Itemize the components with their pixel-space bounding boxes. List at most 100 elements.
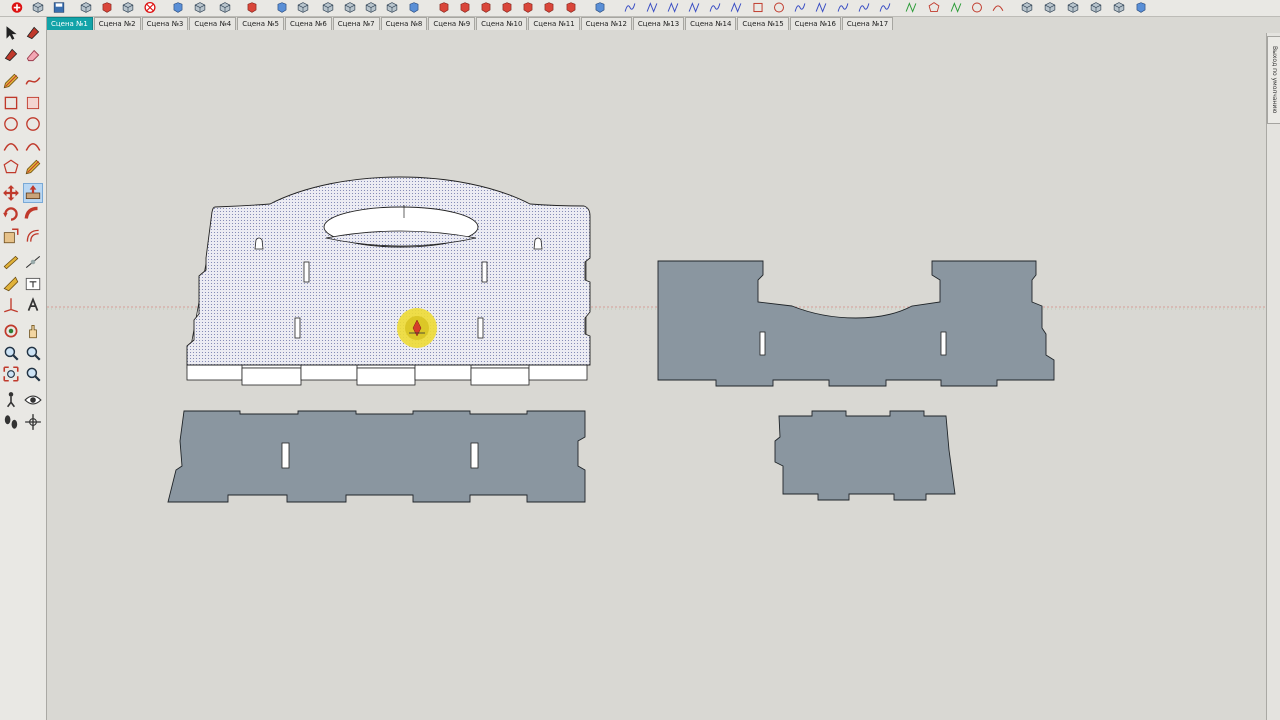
rect2-icon[interactable] xyxy=(24,94,42,112)
scene-tab-5[interactable]: Сцена №5 xyxy=(237,17,284,30)
scale-icon[interactable] xyxy=(2,227,20,245)
polygon-icon[interactable] xyxy=(927,1,941,14)
blue-icon[interactable] xyxy=(407,1,421,14)
default-tray-tab[interactable]: Выход по умолчанию xyxy=(1267,36,1280,124)
zig-icon[interactable] xyxy=(729,1,743,14)
red-icon[interactable] xyxy=(100,1,114,14)
red-icon[interactable] xyxy=(245,1,259,14)
zig-icon[interactable] xyxy=(687,1,701,14)
side-panel-selected[interactable] xyxy=(186,176,591,386)
scene-tab-7[interactable]: Сцена №7 xyxy=(332,17,380,30)
cube-icon[interactable] xyxy=(364,1,378,14)
cube-icon[interactable] xyxy=(1043,1,1057,14)
axes-icon[interactable] xyxy=(2,296,20,314)
zoom-icon[interactable] xyxy=(2,344,20,362)
red-icon[interactable] xyxy=(479,1,493,14)
arrow-icon[interactable] xyxy=(2,24,20,42)
red-icon[interactable] xyxy=(564,1,578,14)
cube-icon[interactable] xyxy=(31,1,45,14)
zoom-icon[interactable] xyxy=(24,344,42,362)
cube-icon[interactable] xyxy=(79,1,93,14)
dim-icon[interactable] xyxy=(24,253,42,271)
move-icon[interactable] xyxy=(2,184,20,202)
zig-icon[interactable] xyxy=(666,1,680,14)
scene-tab-10[interactable]: Сцена №10 xyxy=(476,17,528,30)
pushpull-icon[interactable] xyxy=(23,183,43,203)
small-panel[interactable] xyxy=(774,410,956,501)
followme-icon[interactable] xyxy=(24,205,42,223)
paint-icon[interactable] xyxy=(2,46,20,64)
circle-icon[interactable] xyxy=(970,1,984,14)
circle-icon[interactable] xyxy=(24,115,42,133)
polygon-icon[interactable] xyxy=(2,158,20,176)
scene-tab-1[interactable]: Сцена №1 xyxy=(46,17,93,30)
cube-icon[interactable] xyxy=(385,1,399,14)
protractor-icon[interactable] xyxy=(2,275,20,293)
red-icon[interactable] xyxy=(521,1,535,14)
zig-icon[interactable] xyxy=(645,1,659,14)
curve-icon[interactable] xyxy=(836,1,850,14)
scene-tab-3[interactable]: Сцена №3 xyxy=(141,17,189,30)
arc-icon[interactable] xyxy=(24,137,42,155)
pencil-icon[interactable] xyxy=(2,72,20,90)
save-icon[interactable] xyxy=(52,1,66,14)
plus-icon[interactable] xyxy=(10,1,24,14)
greenzig-icon[interactable] xyxy=(904,1,918,14)
scene-tab-4[interactable]: Сцена №4 xyxy=(189,17,237,30)
3dtext-icon[interactable] xyxy=(24,296,42,314)
walk-icon[interactable] xyxy=(2,391,20,409)
curve-icon[interactable] xyxy=(857,1,871,14)
cube-icon[interactable] xyxy=(218,1,232,14)
red-icon[interactable] xyxy=(500,1,514,14)
zig-icon[interactable] xyxy=(814,1,828,14)
cube-icon[interactable] xyxy=(121,1,135,14)
cube-icon[interactable] xyxy=(1020,1,1034,14)
blue-icon[interactable] xyxy=(275,1,289,14)
eraser-icon[interactable] xyxy=(24,46,42,64)
arc-icon[interactable] xyxy=(2,137,20,155)
scene-tab-17[interactable]: Сцена №17 xyxy=(841,17,894,30)
curve-icon[interactable] xyxy=(623,1,637,14)
blue-icon[interactable] xyxy=(171,1,185,14)
pan-icon[interactable] xyxy=(24,322,42,340)
blue-icon[interactable] xyxy=(593,1,607,14)
freehand-icon[interactable] xyxy=(24,72,42,90)
red-icon[interactable] xyxy=(458,1,472,14)
cube-icon[interactable] xyxy=(296,1,310,14)
greenzig-icon[interactable] xyxy=(949,1,963,14)
curve-icon[interactable] xyxy=(793,1,807,14)
scene-tab-15[interactable]: Сцена №15 xyxy=(737,17,789,30)
red-icon[interactable] xyxy=(437,1,451,14)
cube-icon[interactable] xyxy=(1112,1,1126,14)
eye-icon[interactable] xyxy=(24,391,42,409)
zoom-icon[interactable] xyxy=(24,365,42,383)
paint-icon[interactable] xyxy=(24,24,42,42)
rect-icon[interactable] xyxy=(751,1,765,14)
feet-icon[interactable] xyxy=(2,413,20,431)
cube-icon[interactable] xyxy=(343,1,357,14)
end-panel-with-cutout[interactable] xyxy=(657,260,1055,387)
circle-icon[interactable] xyxy=(772,1,786,14)
cube-icon[interactable] xyxy=(1089,1,1103,14)
tape-icon[interactable] xyxy=(2,253,20,271)
curve-icon[interactable] xyxy=(878,1,892,14)
bottom-panel[interactable] xyxy=(167,410,586,503)
scene-tab-6[interactable]: Сцена №6 xyxy=(284,17,332,30)
scene-tab-12[interactable]: Сцена №12 xyxy=(580,17,632,30)
zoomext-icon[interactable] xyxy=(2,365,20,383)
modeling-viewport[interactable] xyxy=(47,33,1265,720)
section-icon[interactable] xyxy=(24,413,42,431)
cube-icon[interactable] xyxy=(193,1,207,14)
offset-icon[interactable] xyxy=(24,227,42,245)
arc-icon[interactable] xyxy=(991,1,1005,14)
scene-tab-13[interactable]: Сцена №13 xyxy=(632,17,685,30)
blue-icon[interactable] xyxy=(1134,1,1148,14)
circle-icon[interactable] xyxy=(2,115,20,133)
scene-tab-9[interactable]: Сцена №9 xyxy=(428,17,476,30)
scene-tab-2[interactable]: Сцена №2 xyxy=(93,17,141,30)
scene-tab-8[interactable]: Сцена №8 xyxy=(380,17,428,30)
text-icon[interactable] xyxy=(24,275,42,293)
red-icon[interactable] xyxy=(542,1,556,14)
curve-icon[interactable] xyxy=(708,1,722,14)
scene-tab-11[interactable]: Сцена №11 xyxy=(528,17,580,30)
